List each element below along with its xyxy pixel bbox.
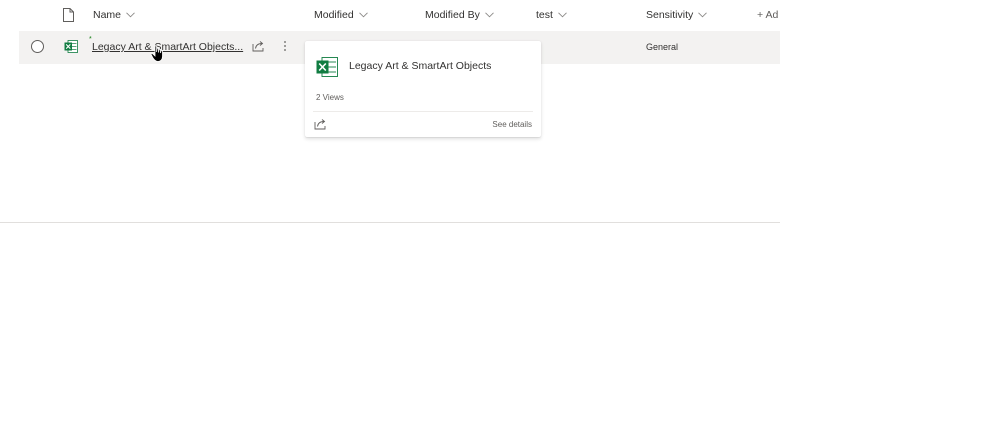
excel-file-icon (316, 57, 338, 77)
column-header-test-label: test (536, 9, 553, 21)
column-header-modified-by[interactable]: Modified By (425, 9, 494, 21)
list-bottom-divider (0, 222, 780, 223)
column-header-test[interactable]: test (536, 9, 567, 21)
document-library: Name Modified Modified By test Sensitivi… (0, 0, 999, 421)
column-header-row: Name Modified Modified By test Sensitivi… (0, 0, 780, 32)
sensitivity-value: General (646, 42, 679, 52)
add-column-label: + Ad (757, 9, 779, 21)
see-details-link[interactable]: See details (492, 120, 532, 129)
column-header-modified-label: Modified (314, 9, 354, 21)
row-select-radio[interactable] (31, 40, 44, 53)
column-header-name-label: Name (93, 9, 122, 21)
excel-file-icon (64, 40, 78, 53)
chevron-down-icon (126, 12, 135, 18)
add-column-button[interactable]: + Ad (757, 9, 778, 21)
file-hover-card: Legacy Art & SmartArt Objects 2 Views Se… (305, 41, 541, 137)
column-header-sensitivity-label: Sensitivity (646, 9, 694, 21)
chevron-down-icon (485, 12, 494, 18)
card-file-title[interactable]: Legacy Art & SmartArt Objects (349, 60, 491, 72)
column-header-sensitivity[interactable]: Sensitivity (646, 9, 708, 21)
file-name-link[interactable]: Legacy Art & SmartArt Objects... (92, 41, 243, 53)
card-divider (313, 111, 533, 112)
chevron-down-icon (358, 12, 368, 18)
more-actions-icon[interactable] (283, 40, 287, 52)
share-icon[interactable] (252, 40, 265, 52)
column-header-modified[interactable]: Modified (314, 9, 368, 21)
chevron-down-icon (558, 12, 567, 18)
file-type-icon[interactable] (63, 8, 74, 22)
card-views-count: 2 Views (316, 93, 344, 102)
column-header-name[interactable]: Name (93, 9, 135, 21)
column-header-modified-by-label: Modified By (425, 9, 480, 21)
hand-cursor-icon (150, 45, 163, 62)
share-icon[interactable] (314, 118, 327, 130)
chevron-down-icon (698, 12, 708, 18)
